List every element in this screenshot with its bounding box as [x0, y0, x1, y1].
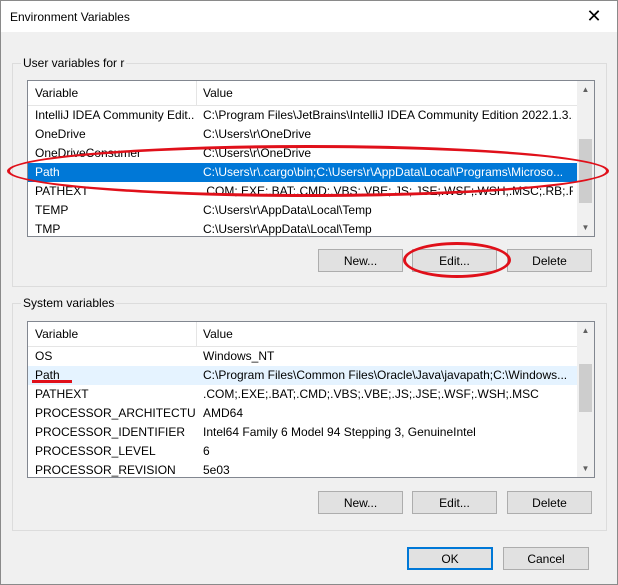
- table-row-hover[interactable]: Path C:\Program Files\Common Files\Oracl…: [28, 366, 577, 385]
- variable-value: C:\Users\r\OneDrive: [203, 146, 312, 160]
- variable-value: .COM;.EXE;.BAT;.CMD;.VBS;.VBE;.JS;.JSE;.…: [203, 184, 573, 198]
- variable-name: Path: [35, 165, 60, 179]
- user-edit-button[interactable]: Edit...: [412, 249, 497, 272]
- system-edit-button[interactable]: Edit...: [412, 491, 497, 514]
- window-title: Environment Variables: [10, 10, 130, 24]
- scroll-up-icon[interactable]: ▲: [577, 81, 594, 98]
- variable-name: PROCESSOR_IDENTIFIER: [35, 425, 186, 439]
- variable-name: OneDrive: [35, 127, 86, 141]
- table-row[interactable]: OneDrive C:\Users\r\OneDrive: [28, 125, 577, 144]
- table-row[interactable]: PATHEXT .COM;.EXE;.BAT;.CMD;.VBS;.VBE;.J…: [28, 182, 577, 201]
- variable-value: C:\Users\r\AppData\Local\Temp: [203, 222, 372, 236]
- system-delete-button[interactable]: Delete: [507, 491, 592, 514]
- variable-name: IntelliJ IDEA Community Edit...: [35, 108, 195, 122]
- system-variables-list[interactable]: Variable Value OS Windows_NT Path C:\Pro…: [27, 321, 595, 478]
- table-row[interactable]: TMP C:\Users\r\AppData\Local\Temp: [28, 220, 577, 236]
- variable-name: TMP: [35, 222, 61, 236]
- user-delete-button[interactable]: Delete: [507, 249, 592, 272]
- title-bar: Environment Variables ✕: [1, 1, 617, 32]
- table-row[interactable]: PROCESSOR_REVISION 5e03: [28, 461, 577, 477]
- ok-button[interactable]: OK: [407, 547, 493, 570]
- table-row-selected[interactable]: Path C:\Users\r\.cargo\bin;C:\Users\r\Ap…: [28, 163, 577, 182]
- variable-name: PROCESSOR_ARCHITECTURE: [35, 406, 195, 420]
- variable-value: Intel64 Family 6 Model 94 Stepping 3, Ge…: [203, 425, 476, 439]
- variable-name: PROCESSOR_REVISION: [35, 463, 176, 477]
- column-header-value[interactable]: Value: [203, 327, 233, 341]
- variable-value: 6: [203, 444, 210, 458]
- list-header: Variable Value: [28, 81, 577, 106]
- table-row[interactable]: PROCESSOR_LEVEL 6: [28, 442, 577, 461]
- scroll-thumb[interactable]: [579, 139, 592, 203]
- variable-value: C:\Program Files\JetBrains\IntelliJ IDEA…: [203, 108, 573, 122]
- system-new-button[interactable]: New...: [318, 491, 403, 514]
- variable-value: .COM;.EXE;.BAT;.CMD;.VBS;.VBE;.JS;.JSE;.…: [203, 387, 539, 401]
- variable-name: Path: [35, 368, 60, 382]
- table-row[interactable]: OS Windows_NT: [28, 347, 577, 366]
- variable-name: PROCESSOR_LEVEL: [35, 444, 156, 458]
- variable-name: OneDriveConsumer: [35, 146, 142, 160]
- user-variables-list[interactable]: Variable Value IntelliJ IDEA Community E…: [27, 80, 595, 237]
- table-row[interactable]: TEMP C:\Users\r\AppData\Local\Temp: [28, 201, 577, 220]
- variable-name: PATHEXT: [35, 184, 89, 198]
- variable-name: PATHEXT: [35, 387, 89, 401]
- system-variables-label: System variables: [21, 296, 117, 310]
- variable-value: C:\Users\r\OneDrive: [203, 127, 312, 141]
- column-header-variable[interactable]: Variable: [35, 327, 78, 341]
- vertical-scrollbar[interactable]: ▲ ▼: [577, 81, 594, 236]
- column-header-variable[interactable]: Variable: [35, 86, 78, 100]
- variable-name: OS: [35, 349, 53, 363]
- environment-variables-dialog: Environment Variables ✕ User variables f…: [0, 0, 618, 585]
- scroll-up-icon[interactable]: ▲: [577, 322, 594, 339]
- variable-value: AMD64: [203, 406, 244, 420]
- list-header: Variable Value: [28, 322, 577, 347]
- table-row[interactable]: OneDriveConsumer C:\Users\r\OneDrive: [28, 144, 577, 163]
- variable-value: Windows_NT: [203, 349, 275, 363]
- table-row[interactable]: PROCESSOR_ARCHITECTURE AMD64: [28, 404, 577, 423]
- table-row[interactable]: PATHEXT .COM;.EXE;.BAT;.CMD;.VBS;.VBE;.J…: [28, 385, 577, 404]
- variable-value: C:\Users\r\AppData\Local\Temp: [203, 203, 372, 217]
- variable-value: C:\Users\r\.cargo\bin;C:\Users\r\AppData…: [203, 165, 564, 179]
- table-row[interactable]: IntelliJ IDEA Community Edit... C:\Progr…: [28, 106, 577, 125]
- cancel-button[interactable]: Cancel: [503, 547, 589, 570]
- variable-value: C:\Program Files\Common Files\Oracle\Jav…: [203, 368, 568, 382]
- close-icon[interactable]: ✕: [571, 1, 617, 32]
- scroll-down-icon[interactable]: ▼: [577, 460, 594, 477]
- table-row[interactable]: PROCESSOR_IDENTIFIER Intel64 Family 6 Mo…: [28, 423, 577, 442]
- variable-name: TEMP: [35, 203, 69, 217]
- vertical-scrollbar[interactable]: ▲ ▼: [577, 322, 594, 477]
- column-header-value[interactable]: Value: [203, 86, 233, 100]
- user-new-button[interactable]: New...: [318, 249, 403, 272]
- user-variables-label: User variables for r: [21, 56, 127, 70]
- scroll-thumb[interactable]: [579, 364, 592, 412]
- scroll-down-icon[interactable]: ▼: [577, 219, 594, 236]
- variable-value: 5e03: [203, 463, 230, 477]
